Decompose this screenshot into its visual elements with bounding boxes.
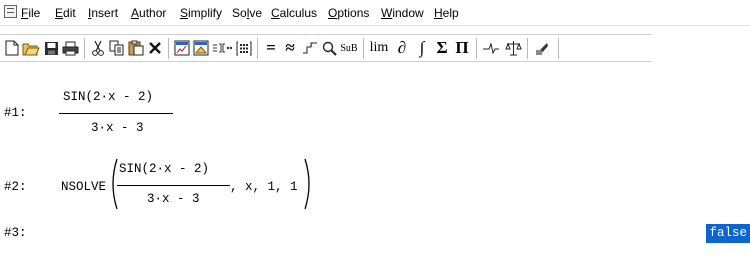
expr-label-3: #3: [4, 226, 27, 240]
author-matrix-icon[interactable] [235, 38, 253, 58]
menu-calculus[interactable]: Calculus [271, 6, 317, 20]
substitute-icon[interactable]: SuB [339, 38, 359, 58]
toolbar-separator [168, 38, 169, 59]
expr2-function: NSOLVE [61, 180, 107, 194]
algebra-window[interactable]: #1: SIN(2·x - 2) 3·x - 3 #2: NSOLVE SIN(… [0, 63, 750, 277]
sum-label: Σ [436, 38, 448, 57]
toolbar-separator [84, 38, 85, 59]
approximate-icon[interactable]: ≈ [281, 38, 299, 58]
cut-icon[interactable] [89, 38, 107, 58]
delete-icon[interactable] [146, 38, 164, 58]
expr2-numerator: SIN(2·x - 2) [119, 162, 210, 176]
product-label: Π [455, 38, 469, 57]
expr1-fraction-bar [59, 113, 173, 114]
approximate-label: ≈ [285, 38, 295, 57]
find-icon[interactable] [320, 38, 338, 58]
menu-insert[interactable]: Insert [88, 6, 118, 20]
solve-icon[interactable] [301, 38, 319, 58]
expr2-right-paren [304, 158, 310, 210]
menu-window[interactable]: Window [381, 6, 424, 20]
expr1-denominator: 3·x - 3 [91, 121, 144, 135]
menu-author[interactable]: Author [131, 6, 166, 20]
expr2-left-paren [112, 158, 118, 210]
scale-icon[interactable] [503, 38, 523, 58]
author-expression-icon[interactable] [211, 38, 233, 58]
menu-edit[interactable]: Edit [55, 6, 76, 20]
menu-file[interactable]: File [21, 6, 40, 20]
expr-label-1: #1: [4, 106, 27, 120]
insert-plot-3d-icon[interactable] [192, 38, 210, 58]
expr2-fraction-bar [117, 185, 230, 186]
vector-icon[interactable] [481, 38, 501, 58]
insert-plot-2d-icon[interactable] [173, 38, 191, 58]
toolbar-separator [527, 38, 528, 59]
toolbar-separator [257, 38, 258, 59]
toolbar-separator [476, 38, 477, 59]
menu-options[interactable]: Options [328, 6, 369, 20]
expr2-arguments: , x, 1, 1 [230, 180, 298, 194]
expr1-numerator: SIN(2·x - 2) [63, 90, 154, 104]
new-file-icon[interactable] [3, 38, 21, 58]
toolbar-separator [363, 38, 364, 59]
limit-icon[interactable]: lim [368, 38, 390, 58]
paste-icon[interactable] [127, 38, 145, 58]
equals-label: = [266, 38, 276, 57]
menu-solve[interactable]: Solve [232, 6, 262, 20]
print-icon[interactable] [60, 38, 80, 58]
copy-icon[interactable] [108, 38, 126, 58]
toolbar: = ≈ SuB lim ∂ ∫ Σ Π [0, 34, 652, 62]
derivative-icon[interactable]: ∂ [393, 38, 411, 58]
derivative-label: ∂ [397, 38, 407, 57]
integral-icon[interactable]: ∫ [413, 38, 431, 58]
save-icon[interactable] [42, 38, 60, 58]
expr2-denominator: 3·x - 3 [147, 192, 200, 206]
menu-bar: File Edit Insert Author Simplify Solve C… [0, 0, 750, 26]
equals-icon[interactable]: = [262, 38, 280, 58]
sum-icon[interactable]: Σ [433, 38, 451, 58]
toolbar-separator [558, 38, 559, 59]
integral-label: ∫ [419, 38, 425, 57]
open-folder-icon[interactable] [21, 38, 41, 58]
menu-simplify[interactable]: Simplify [180, 6, 222, 20]
ti-icon[interactable] [532, 38, 552, 58]
app-icon[interactable] [4, 5, 17, 18]
expr-label-2: #2: [4, 180, 27, 194]
product-icon[interactable]: Π [453, 38, 471, 58]
expr3-result-selected[interactable]: false [706, 224, 750, 243]
limit-label: lim [369, 40, 389, 55]
substitute-label: SuB [340, 42, 358, 54]
menu-help[interactable]: Help [434, 6, 459, 20]
